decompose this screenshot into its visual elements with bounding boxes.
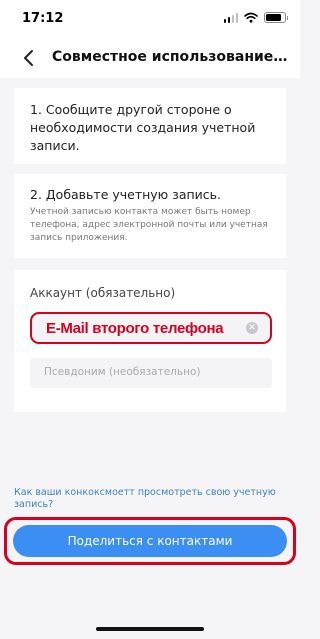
alias-input[interactable]: Псевдоним (необязательно)	[30, 358, 272, 388]
nav-bar: Совместное использование обор...	[0, 40, 300, 78]
account-card: Аккаунт (обязательно) E-Mail второго тел…	[14, 270, 286, 412]
battery-level	[266, 14, 282, 21]
step-2-title: 2. Добавьте учетную запись.	[30, 187, 221, 202]
account-email-value: E-Mail второго телефона	[46, 320, 224, 337]
back-arrow-icon[interactable]	[18, 47, 40, 69]
status-bar: 17:12	[0, 0, 300, 40]
help-link[interactable]: Как ваши конкоксмоетт просмотреть свою у…	[14, 487, 284, 511]
wifi-icon	[244, 12, 258, 23]
battery-icon	[264, 12, 288, 23]
signal-icon	[223, 12, 238, 23]
status-icons	[223, 12, 288, 23]
status-time: 17:12	[22, 11, 64, 26]
account-email-input[interactable]: E-Mail второго телефона ✕	[30, 312, 272, 344]
account-label: Аккаунт (обязательно)	[30, 286, 176, 300]
share-with-contacts-button[interactable]: Поделиться с контактами	[13, 525, 287, 557]
step-2-description: Учетной записью контакта может быть номе…	[30, 207, 268, 243]
step-2-card: 2. Добавьте учетную запись. Учетной запи…	[14, 174, 286, 258]
alias-placeholder: Псевдоним (необязательно)	[44, 366, 201, 378]
step-1-card: 1. Сообщите другой стороне о необходимос…	[14, 88, 286, 164]
clear-input-icon[interactable]: ✕	[246, 322, 258, 334]
home-indicator	[96, 627, 204, 631]
page-title: Совместное использование обор...	[52, 49, 292, 65]
step-1-title: 1. Сообщите другой стороне о необходимос…	[30, 102, 256, 153]
